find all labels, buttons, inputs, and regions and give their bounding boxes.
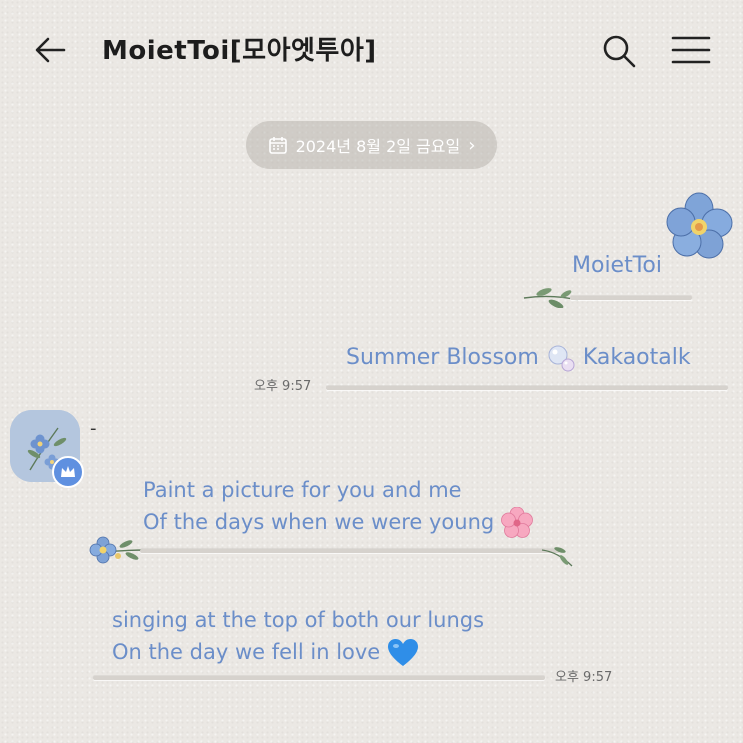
message-underline — [93, 676, 545, 680]
leaf-sprig-icon — [541, 547, 573, 567]
message-text: MoietToi — [572, 253, 662, 278]
search-icon[interactable] — [600, 32, 638, 70]
chevron-right-icon: › — [468, 134, 476, 156]
message-line: Kakaotalk — [582, 345, 691, 370]
message-line: singing at the top of both our lungs — [112, 608, 485, 632]
date-divider[interactable]: 2024년 8월 2일 금요일 › — [246, 121, 497, 169]
message-underline — [326, 386, 728, 390]
message-underline — [140, 549, 560, 553]
cherry-blossom-emoji-icon — [501, 507, 533, 538]
chat-title: MoietToi[모아엣투아] — [102, 36, 377, 66]
message-line: Summer Blossom — [346, 345, 539, 370]
date-label: 2024년 8월 2일 금요일 — [295, 137, 461, 156]
message-line: Of the days when we were young — [143, 510, 495, 534]
bubbles-emoji-icon — [548, 345, 575, 372]
message-line: Paint a picture for you and me — [143, 478, 462, 502]
hamburger-menu-icon[interactable] — [670, 32, 712, 68]
blue-heart-emoji-icon — [387, 639, 418, 666]
message-time: 오후 9:57 — [555, 670, 613, 685]
calendar-icon — [268, 137, 287, 154]
message-time: 오후 9:57 — [254, 379, 312, 394]
flower-sticker-icon — [666, 192, 733, 259]
message-underline — [570, 296, 692, 300]
message-text: singing at the top of both our lungs On … — [112, 604, 484, 668]
message-text: Paint a picture for you and me Of the da… — [143, 474, 533, 539]
arrow-left-icon[interactable] — [32, 32, 68, 68]
crown-badge-icon — [52, 456, 84, 488]
message-text: Summer Blossom Kakaotalk — [346, 343, 691, 373]
chat-header: MoietToi[모아엣투아] — [0, 0, 743, 100]
sender-name: - — [90, 418, 97, 439]
message-line: On the day we fell in love — [112, 640, 381, 664]
